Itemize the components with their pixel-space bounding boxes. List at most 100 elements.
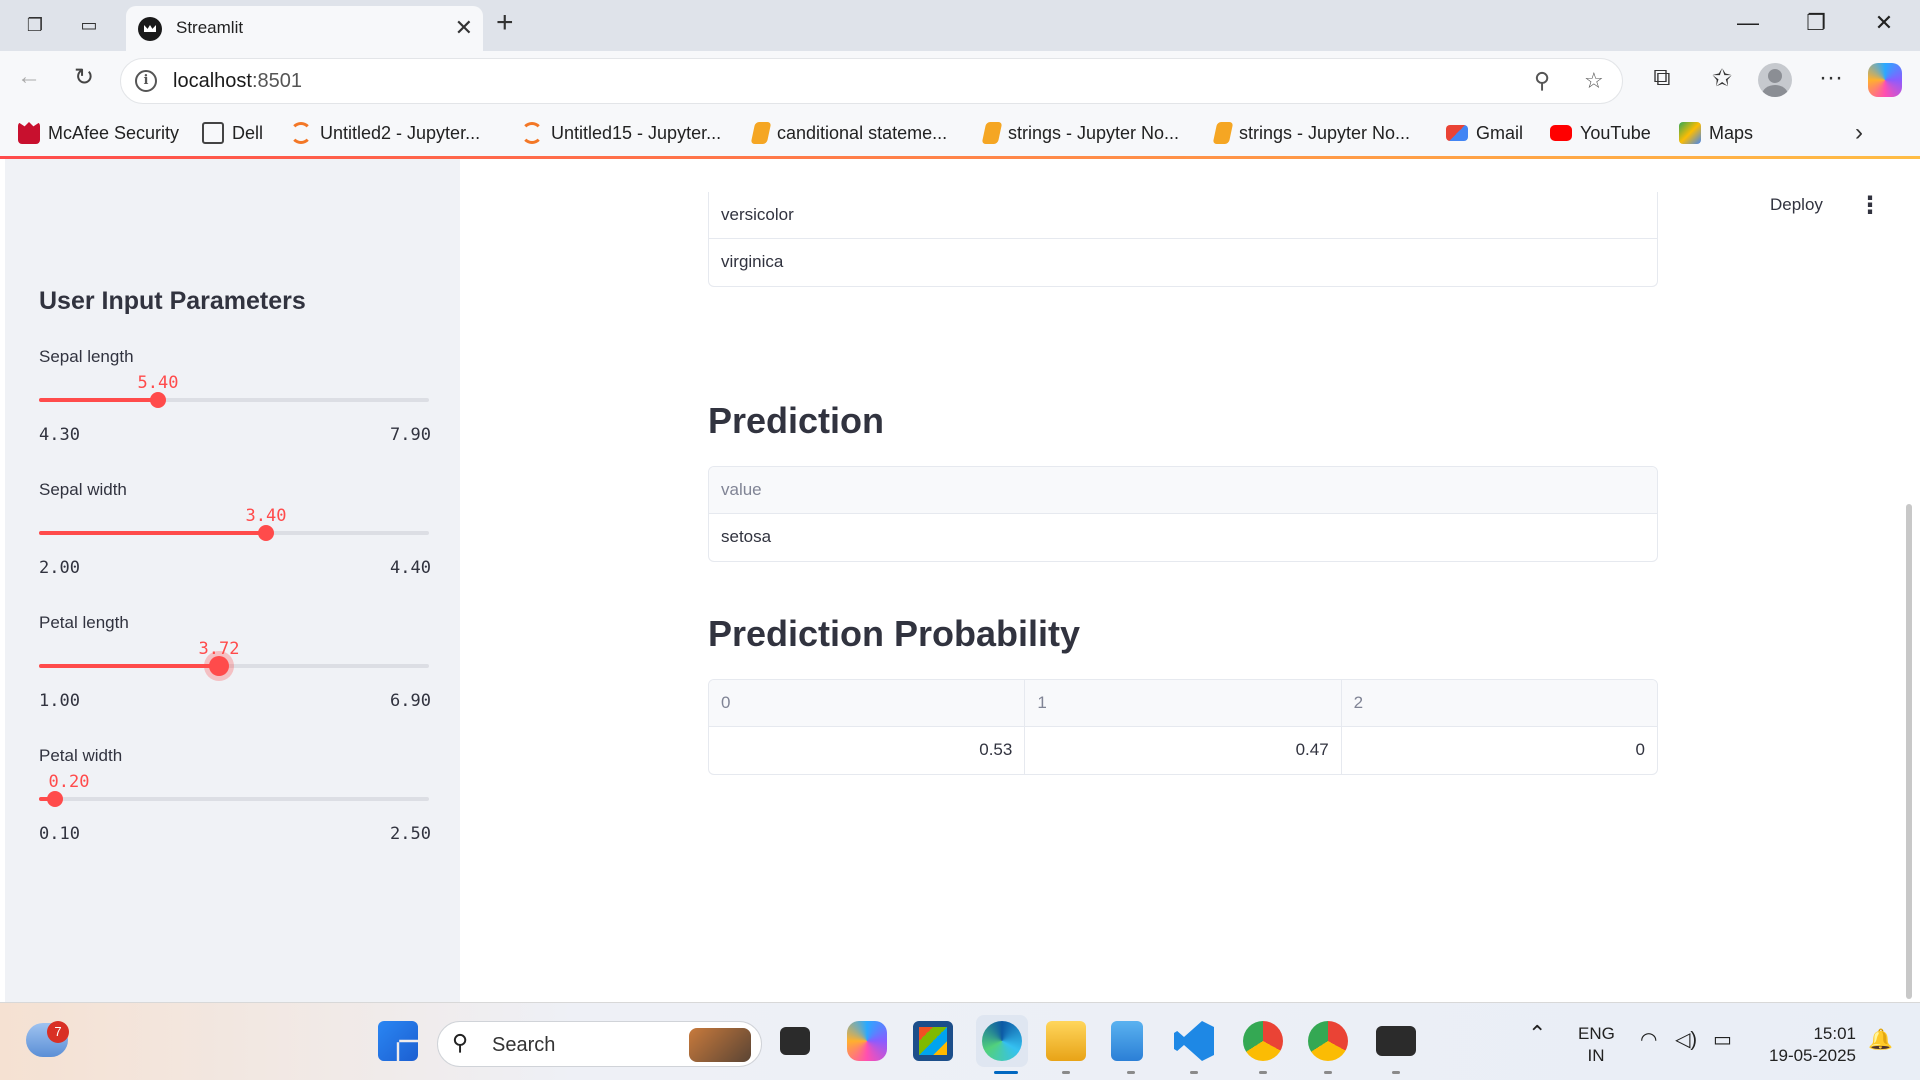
favorites-icon[interactable]: ✩: [1705, 64, 1739, 93]
maps-icon: [1679, 122, 1701, 144]
table-cell: 0.53: [709, 727, 1026, 774]
search-highlight-icon: [689, 1028, 751, 1062]
language-code: ENG: [1578, 1024, 1615, 1043]
jupyter-icon: [290, 122, 312, 144]
minimize-icon[interactable]: —: [1728, 10, 1768, 36]
file-explorer-icon[interactable]: [1046, 1021, 1086, 1061]
tab-streamlit[interactable]: Streamlit ✕: [126, 6, 483, 51]
bookmark-untitled2[interactable]: Untitled2 - Jupyter...: [290, 120, 480, 146]
refresh-icon[interactable]: ↻: [67, 63, 101, 92]
slider-thumb[interactable]: [258, 525, 275, 541]
terminal-icon[interactable]: [1376, 1026, 1416, 1056]
copilot-app-icon[interactable]: [847, 1021, 887, 1061]
slider-fill: [39, 664, 219, 668]
taskbar-search[interactable]: ⚲ Search: [437, 1021, 762, 1067]
column-header: 2: [1341, 680, 1657, 726]
task-view-icon[interactable]: [780, 1027, 810, 1055]
main-menu-icon[interactable]: ⋮: [1858, 191, 1882, 220]
slider-thumb[interactable]: [47, 791, 64, 807]
slider-label: Petal width: [39, 746, 123, 765]
table-header-row: value: [709, 467, 1657, 514]
chevron-up-icon[interactable]: ⌃: [1528, 1023, 1546, 1045]
chevron-right-icon[interactable]: ›: [1855, 119, 1863, 147]
copilot-icon[interactable]: [1868, 63, 1902, 97]
table-cell: 0.47: [1025, 727, 1342, 774]
microsoft-store-icon[interactable]: [913, 1021, 953, 1061]
back-icon[interactable]: ←: [12, 63, 46, 91]
more-options-icon[interactable]: ···: [1814, 64, 1848, 92]
slider-track[interactable]: [39, 392, 429, 408]
bookmark-mcafee[interactable]: McAfee Security: [18, 120, 179, 146]
url-text[interactable]: localhost:8501: [173, 70, 302, 93]
folder-icon: [202, 122, 224, 144]
workspaces-icon[interactable]: ❐: [20, 10, 50, 40]
slider-petal-width[interactable]: Petal width 0.20 0.10 2.50: [39, 746, 431, 866]
chrome-l-running-indicator: [1324, 1071, 1332, 1074]
slider-track[interactable]: [39, 791, 429, 807]
browser-title-bar: ❐ ▭ Streamlit ✕ + — ❐ ✕: [0, 0, 1920, 51]
streamlit-favicon-icon: [138, 17, 162, 41]
youtube-icon: [1550, 125, 1572, 141]
prediction-heading: Prediction: [708, 400, 885, 441]
extensions-icon[interactable]: ⧉: [1645, 64, 1679, 92]
tab-actions-icon[interactable]: ▭: [74, 10, 104, 40]
wifi-icon[interactable]: ◠: [1640, 1029, 1657, 1051]
zoom-icon[interactable]: ⚲: [1534, 68, 1550, 94]
table-cell: virginica: [721, 252, 784, 271]
notebook-icon: [1212, 122, 1234, 144]
page-scrollbar[interactable]: [1906, 504, 1912, 999]
probability-table: 0 1 2 0.53 0.47 0: [708, 679, 1658, 775]
notepad-running-indicator: [1127, 1071, 1135, 1074]
notifications-icon[interactable]: 🔔: [1868, 1029, 1893, 1051]
slider-petal-length[interactable]: Petal length 3.72 1.00 6.90: [39, 613, 431, 733]
bookmarks-bar: McAfee Security Dell Untitled2 - Jupyter…: [0, 110, 1920, 156]
site-info-icon[interactable]: i: [135, 70, 157, 92]
bookmark-untitled15[interactable]: Untitled15 - Jupyter...: [521, 120, 721, 146]
slider-sepal-length[interactable]: Sepal length 5.40 4.30 7.90: [39, 347, 431, 467]
restore-icon[interactable]: ❐: [1796, 10, 1836, 36]
close-window-icon[interactable]: ✕: [1864, 10, 1904, 36]
slider-thumb[interactable]: [150, 392, 167, 408]
bookmark-conditional[interactable]: canditional stateme...: [750, 120, 947, 146]
deploy-button[interactable]: Deploy: [1770, 195, 1823, 215]
bookmark-dell[interactable]: Dell: [202, 120, 263, 146]
slider-value: 0.20: [48, 772, 90, 792]
app-viewport: User Input Parameters Sepal length 5.40 …: [0, 159, 1920, 1002]
favorite-star-icon[interactable]: ☆: [1584, 68, 1604, 94]
taskbar: 7 ⚲ Search ⌃ ENG IN ◠ ◁) ▭ 15:01 19-05-2…: [0, 1002, 1920, 1080]
bookmark-youtube[interactable]: YouTube: [1550, 120, 1651, 146]
bookmark-strings-1[interactable]: strings - Jupyter No...: [981, 120, 1179, 146]
chrome-profile-p-icon[interactable]: [1243, 1021, 1283, 1061]
slider-min: 4.30: [39, 425, 80, 445]
close-tab-icon[interactable]: ✕: [455, 15, 473, 41]
vscode-running-indicator: [1190, 1071, 1198, 1074]
chrome-p-running-indicator: [1259, 1071, 1267, 1074]
gmail-icon: [1446, 125, 1468, 141]
volume-icon[interactable]: ◁): [1675, 1029, 1697, 1051]
search-icon: ⚲: [452, 1030, 469, 1055]
notebook-icon: [750, 122, 772, 144]
bookmark-maps[interactable]: Maps: [1679, 120, 1753, 146]
slider-track[interactable]: [39, 656, 429, 676]
column-header: 0: [709, 680, 1026, 726]
slider-sepal-width[interactable]: Sepal width 3.40 2.00 4.40: [39, 480, 431, 600]
slider-fill: [39, 531, 267, 535]
clock[interactable]: 15:01 19-05-2025: [1760, 1023, 1856, 1067]
chrome-profile-l-icon[interactable]: [1308, 1021, 1348, 1061]
slider-track[interactable]: [39, 525, 429, 541]
profile-avatar[interactable]: [1758, 63, 1792, 97]
battery-icon[interactable]: ▭: [1713, 1029, 1732, 1051]
table-cell: versicolor: [721, 205, 794, 224]
new-tab-icon[interactable]: +: [496, 6, 514, 40]
explorer-running-indicator: [1062, 1071, 1070, 1074]
language-indicator[interactable]: ENG IN: [1578, 1023, 1615, 1067]
notepad-icon[interactable]: [1111, 1021, 1143, 1061]
vscode-icon[interactable]: [1174, 1021, 1214, 1061]
bookmark-gmail[interactable]: Gmail: [1446, 120, 1523, 146]
windows-start-icon[interactable]: [378, 1021, 418, 1061]
slider-thumb[interactable]: [208, 656, 229, 676]
bookmark-strings-2[interactable]: strings - Jupyter No...: [1212, 120, 1410, 146]
column-header: value: [709, 467, 1657, 513]
edge-icon[interactable]: [982, 1021, 1022, 1061]
address-bar[interactable]: i localhost:8501 ⚲ ☆: [120, 58, 1623, 104]
